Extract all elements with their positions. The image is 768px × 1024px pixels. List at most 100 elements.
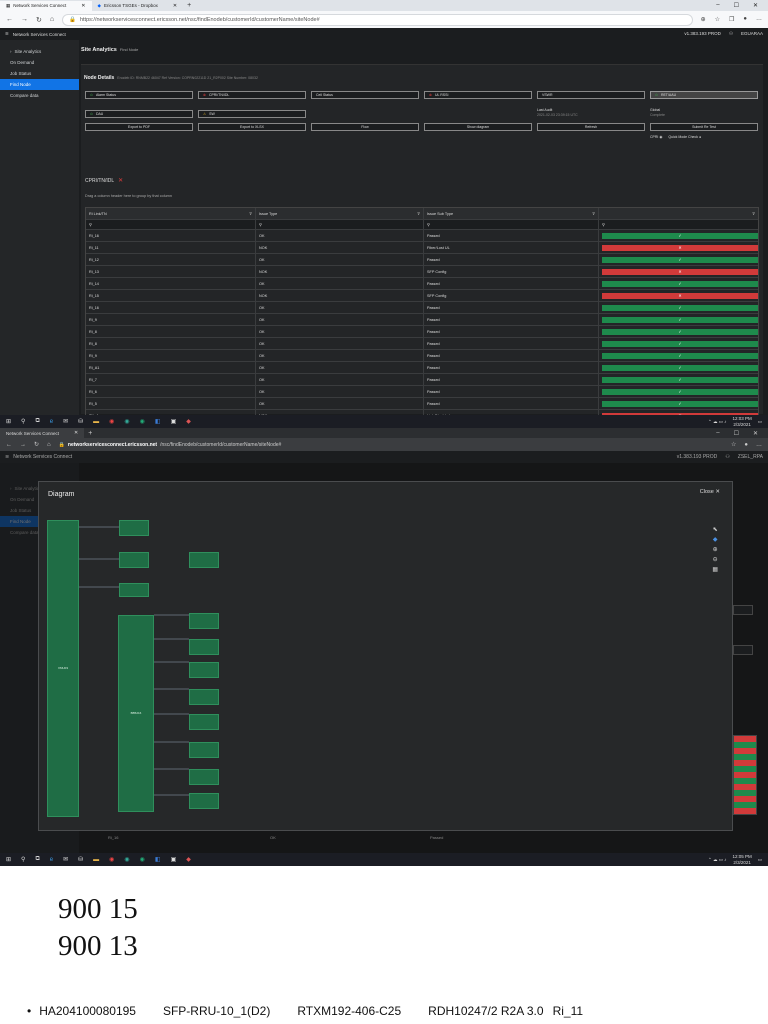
- radio-unit-block[interactable]: [189, 639, 219, 655]
- search-icon[interactable]: ⚲: [21, 856, 25, 863]
- close-tab-icon[interactable]: ✕: [74, 430, 78, 436]
- table-row[interactable]: Ri_11 NOK Fiber/Lost UL ✕: [86, 242, 758, 254]
- sw-button[interactable]: ⚠ SW: [198, 110, 306, 118]
- radio-unit-block[interactable]: [189, 689, 219, 705]
- zoom-out-icon[interactable]: ⊖: [713, 556, 718, 563]
- table-row[interactable]: Ri_9 OK Passed ✓: [86, 350, 758, 362]
- notifications-icon[interactable]: ▭: [758, 857, 762, 863]
- cpri-tn-idl-button[interactable]: ⊗ CPRI/TN/IDL: [198, 91, 306, 99]
- table-row[interactable]: Ri_14 OK Passed ✓: [86, 278, 758, 290]
- store-icon[interactable]: ⛁: [78, 856, 83, 863]
- cell-status-button[interactable]: Cell Status: [311, 91, 419, 99]
- radio-unit-block[interactable]: [189, 714, 219, 730]
- table-row[interactable]: Ri_16 OK Passed ✓: [86, 302, 758, 314]
- sidebar-item-job-status[interactable]: Job Status: [0, 68, 79, 79]
- app-icon[interactable]: ◆: [186, 418, 191, 425]
- maximize-icon[interactable]: ☐: [734, 430, 739, 437]
- radio-unit-block[interactable]: [189, 613, 219, 629]
- minimize-icon[interactable]: –: [716, 430, 719, 437]
- sidebar-item-compare-data[interactable]: Compare data: [0, 90, 79, 101]
- user-icon[interactable]: ⚇: [729, 31, 733, 37]
- more-icon[interactable]: …: [756, 16, 762, 23]
- app-icon[interactable]: ◆: [186, 856, 191, 863]
- edge-icon[interactable]: e: [50, 419, 53, 425]
- tray-icons[interactable]: ⌃ ☁ ▭ ♪: [708, 857, 727, 863]
- refresh-button[interactable]: Refresh: [537, 123, 645, 131]
- vswr-button[interactable]: VSWR: [537, 91, 645, 99]
- mail-icon[interactable]: ✉: [63, 418, 68, 425]
- column-header-issue-sub-type[interactable]: Issue Sub Type ⊽: [424, 208, 599, 219]
- task-view-icon[interactable]: ⧉: [35, 418, 39, 425]
- favorite-icon[interactable]: ☆: [715, 16, 720, 23]
- pan-icon[interactable]: ◆: [713, 536, 718, 543]
- browser-tab-nsc-2[interactable]: Network Services Connect ✕: [0, 428, 85, 438]
- radio-unit-block[interactable]: [119, 520, 149, 536]
- table-row[interactable]: Ri_8 OK Passed ✓: [86, 338, 758, 350]
- task-view-icon[interactable]: ⧉: [35, 856, 39, 863]
- table-row[interactable]: Ri_13 NOK SFP Config ✕: [86, 266, 758, 278]
- app-icon[interactable]: ▣: [171, 856, 177, 863]
- table-row[interactable]: Ri_7 OK Passed ✓: [86, 374, 758, 386]
- radio-unit-block[interactable]: [189, 662, 219, 678]
- refresh-icon[interactable]: ↻: [36, 16, 42, 24]
- forward-icon[interactable]: →: [21, 16, 28, 23]
- main-unit-block[interactable]: XMU03: [47, 520, 79, 817]
- alarm-status-button[interactable]: ⊙ Alarm Status: [85, 91, 193, 99]
- store-icon[interactable]: ⛁: [78, 418, 83, 425]
- refresh-icon[interactable]: ↻: [34, 441, 39, 448]
- chrome-icon[interactable]: ◉: [109, 856, 114, 863]
- filter-input-ri-link[interactable]: ⚲: [86, 220, 256, 229]
- submit-retest-button[interactable]: Submit Re Test: [650, 123, 758, 131]
- browser-tab-nsc[interactable]: ▦ Network Services Connect ✕: [0, 0, 92, 11]
- chrome-icon[interactable]: ◉: [109, 418, 114, 425]
- sidebar-item-find-node[interactable]: Find Node: [0, 79, 79, 90]
- table-row[interactable]: Ri_12 OK Passed ✓: [86, 254, 758, 266]
- sidebar-item-on-demand[interactable]: On Demand: [0, 57, 79, 68]
- show-diagram-button[interactable]: Show diagram: [424, 123, 532, 131]
- app-icon[interactable]: ◉: [124, 418, 129, 425]
- ret-aau-button[interactable]: ⊙ RET/AAU: [650, 91, 758, 99]
- app-icon[interactable]: ◉: [124, 856, 129, 863]
- maximize-icon[interactable]: ☐: [734, 2, 739, 9]
- explorer-icon[interactable]: ▬: [93, 857, 99, 863]
- browser-tab-dropbox[interactable]: ◆ Ericsson TSGEs - Dropbox ✕: [92, 1, 184, 11]
- explorer-icon[interactable]: ▬: [93, 419, 99, 425]
- close-tab-icon[interactable]: ✕: [81, 3, 85, 9]
- outlook-icon[interactable]: ◧: [155, 856, 161, 863]
- table-row[interactable]: Ri_15 NOK SFP Config ✕: [86, 290, 758, 302]
- column-header-issue-type[interactable]: Issue Type ⊽: [256, 208, 424, 219]
- cpri-radio[interactable]: CPRI ◉: [650, 135, 662, 140]
- close-window-icon[interactable]: ✕: [753, 430, 758, 437]
- windows-start-icon[interactable]: ⊞: [6, 418, 11, 425]
- radio-unit-block[interactable]: [189, 552, 219, 568]
- mail-icon[interactable]: ✉: [63, 856, 68, 863]
- close-window-icon[interactable]: ✕: [753, 2, 758, 9]
- export-pdf-button[interactable]: Export to PDF: [85, 123, 193, 131]
- filter-input-result[interactable]: ⚲: [599, 220, 758, 229]
- radio-unit-block[interactable]: [119, 552, 149, 568]
- app-icon[interactable]: ◉: [140, 418, 145, 425]
- pointer-icon[interactable]: ⬉: [713, 526, 718, 533]
- minimize-icon[interactable]: –: [716, 2, 719, 9]
- outlook-icon[interactable]: ◧: [155, 418, 161, 425]
- filter-input-issue-type[interactable]: ⚲: [256, 220, 424, 229]
- close-tab-icon[interactable]: ✕: [173, 3, 177, 9]
- dau-button[interactable]: ⊙ DAU: [85, 110, 193, 118]
- ul-rssi-button[interactable]: ⊗ UL RSSI: [424, 91, 532, 99]
- radio-unit-block[interactable]: [119, 583, 149, 597]
- user-icon[interactable]: ⚇: [725, 454, 729, 460]
- column-header-ri-link[interactable]: Ri Link/TN ⊽: [86, 208, 256, 219]
- quick-mode-radio[interactable]: Quick Mode Check ●: [668, 135, 701, 140]
- table-row[interactable]: Ri_9 OK Passed ✓: [86, 314, 758, 326]
- radio-unit-block[interactable]: [189, 793, 219, 809]
- profile-icon[interactable]: ●: [744, 442, 748, 448]
- table-row[interactable]: Ri_5 OK Passed ✓: [86, 398, 758, 410]
- sidebar-item-site-analytics[interactable]: › Site Analytics: [0, 46, 79, 57]
- radio-unit-block[interactable]: [189, 742, 219, 758]
- app-icon[interactable]: ▣: [171, 418, 177, 425]
- filter-input-issue-sub-type[interactable]: ⚲: [424, 220, 599, 229]
- home-icon[interactable]: ⌂: [47, 442, 51, 448]
- fit-icon[interactable]: ▦: [712, 566, 718, 573]
- favorite-icon[interactable]: ☆: [731, 441, 736, 448]
- collections-icon[interactable]: ❐: [729, 16, 734, 23]
